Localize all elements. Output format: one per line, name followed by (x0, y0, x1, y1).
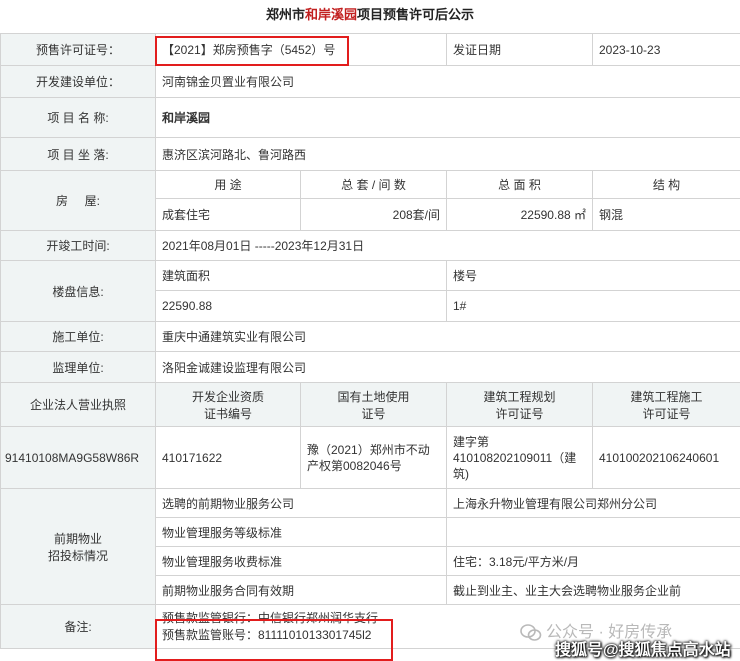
supervisor-value: 洛阳金诚建设监理有限公司 (155, 351, 740, 383)
property-item-value: 住宅：3.18元/平方米/月 (446, 546, 740, 576)
permit-no-value: 【2021】郑房预售字（5452）号 (155, 33, 447, 66)
license-header-business: 企业法人营业执照 (0, 382, 156, 427)
house-units-value: 208套/间 (300, 198, 447, 231)
developer-row: 开发建设单位： 河南锦金贝置业有限公司 (0, 65, 740, 98)
property-label: 前期物业 招投标情况 (0, 488, 156, 605)
issue-date-label: 发证日期 (446, 33, 593, 66)
building-header-row: 楼盘信息: 建筑面积 楼号 (0, 260, 740, 322)
builder-row: 施工单位: 重庆中通建筑实业有限公司 (0, 321, 740, 352)
house-structure-value: 钢混 (592, 198, 740, 231)
builder-value: 重庆中通建筑实业有限公司 (155, 321, 740, 352)
license-header-row: 企业法人营业执照 开发企业资质 证书编号 国有土地使用 证号 建筑工程规划 许可… (0, 382, 740, 427)
location-value: 惠济区滨河路北、鲁河路西 (155, 137, 740, 171)
house-area-value: 22590.88 ㎡ (446, 198, 593, 231)
building-no-value: 1# (446, 290, 740, 322)
house-header-units: 总 套 / 间 数 (300, 170, 447, 199)
supervisor-label: 监理单位: (0, 351, 156, 383)
property-item-value: 上海永升物业管理有限公司郑州分公司 (446, 488, 740, 518)
building-area-value: 22590.88 (155, 290, 447, 322)
supervisor-row: 监理单位: 洛阳金诚建设监理有限公司 (0, 351, 740, 383)
property-item-key: 前期物业服务合同有效期 (155, 575, 447, 605)
building-area-label: 建筑面积 (155, 260, 447, 291)
issue-date-value: 2023-10-23 (592, 33, 740, 66)
title-suffix: 项目预售许可后公示 (357, 7, 475, 22)
remarks-label: 备注: (0, 604, 156, 649)
location-label: 项 目 坐 落: (0, 137, 156, 171)
sohu-watermark: 搜狐号@搜狐焦点高水站 (555, 642, 731, 659)
presale-info-table: 预售许可证号： 【2021】郑房预售字（5452）号 发证日期 2023-10-… (0, 33, 740, 649)
construction-time-label: 开竣工时间: (0, 230, 156, 261)
property-item-key: 选聘的前期物业服务公司 (155, 488, 447, 518)
license-construction-value: 410100202106240601 (592, 426, 740, 489)
building-info-label: 楼盘信息: (0, 260, 156, 322)
license-header-land: 国有土地使用 证号 (300, 382, 447, 427)
license-business-value: 91410108MA9G58W86R (0, 426, 156, 489)
property-item-value: 截止到业主、业主大会选聘物业服务企业前 (446, 575, 740, 605)
title-project-name: 和岸溪园 (304, 7, 357, 22)
developer-value: 河南锦金贝置业有限公司 (155, 65, 740, 98)
license-header-construction: 建筑工程施工 许可证号 (592, 382, 740, 427)
house-header-usage: 用 途 (155, 170, 301, 199)
permit-row: 预售许可证号： 【2021】郑房预售字（5452）号 发证日期 2023-10-… (0, 33, 740, 66)
house-header-row: 房 屋: 用 途 总 套 / 间 数 总 面 积 结 构 (0, 170, 740, 231)
wechat-icon (520, 623, 542, 641)
house-label: 房 屋: (0, 170, 156, 231)
builder-label: 施工单位: (0, 321, 156, 352)
license-header-planning: 建筑工程规划 许可证号 (446, 382, 593, 427)
property-item-value (446, 517, 740, 547)
house-header-area: 总 面 积 (446, 170, 593, 199)
developer-label: 开发建设单位： (0, 65, 156, 98)
license-planning-value: 建字第410108202109011（建筑) (446, 426, 593, 489)
house-header-structure: 结 构 (592, 170, 740, 199)
license-header-qualification: 开发企业资质 证书编号 (155, 382, 301, 427)
permit-no-label: 预售许可证号： (0, 33, 156, 66)
project-name-value: 和岸溪园 (155, 97, 740, 138)
building-no-label: 楼号 (446, 260, 740, 291)
property-item-key: 物业管理服务收费标准 (155, 546, 447, 576)
project-name-row: 项 目 名 称: 和岸溪园 (0, 97, 740, 138)
license-value-row: 91410108MA9G58W86R 410171622 豫（2021）郑州市不… (0, 426, 740, 489)
location-row: 项 目 坐 落: 惠济区滨河路北、鲁河路西 (0, 137, 740, 171)
construction-time-row: 开竣工时间: 2021年08月01日 -----2023年12月31日 (0, 230, 740, 261)
license-qualification-value: 410171622 (155, 426, 301, 489)
house-usage-value: 成套住宅 (155, 198, 301, 231)
license-land-value: 豫（2021）郑州市不动产权第0082046号 (300, 426, 447, 489)
project-name-label: 项 目 名 称: (0, 97, 156, 138)
page-title: 郑州市和岸溪园项目预售许可后公示 (0, 0, 740, 30)
title-prefix: 郑州市 (265, 7, 305, 22)
construction-time-value: 2021年08月01日 -----2023年12月31日 (155, 230, 740, 261)
property-item-key: 物业管理服务等级标准 (155, 517, 447, 547)
property-row-1: 前期物业 招投标情况 选聘的前期物业服务公司 上海永升物业管理有限公司郑州分公司 (0, 488, 740, 605)
